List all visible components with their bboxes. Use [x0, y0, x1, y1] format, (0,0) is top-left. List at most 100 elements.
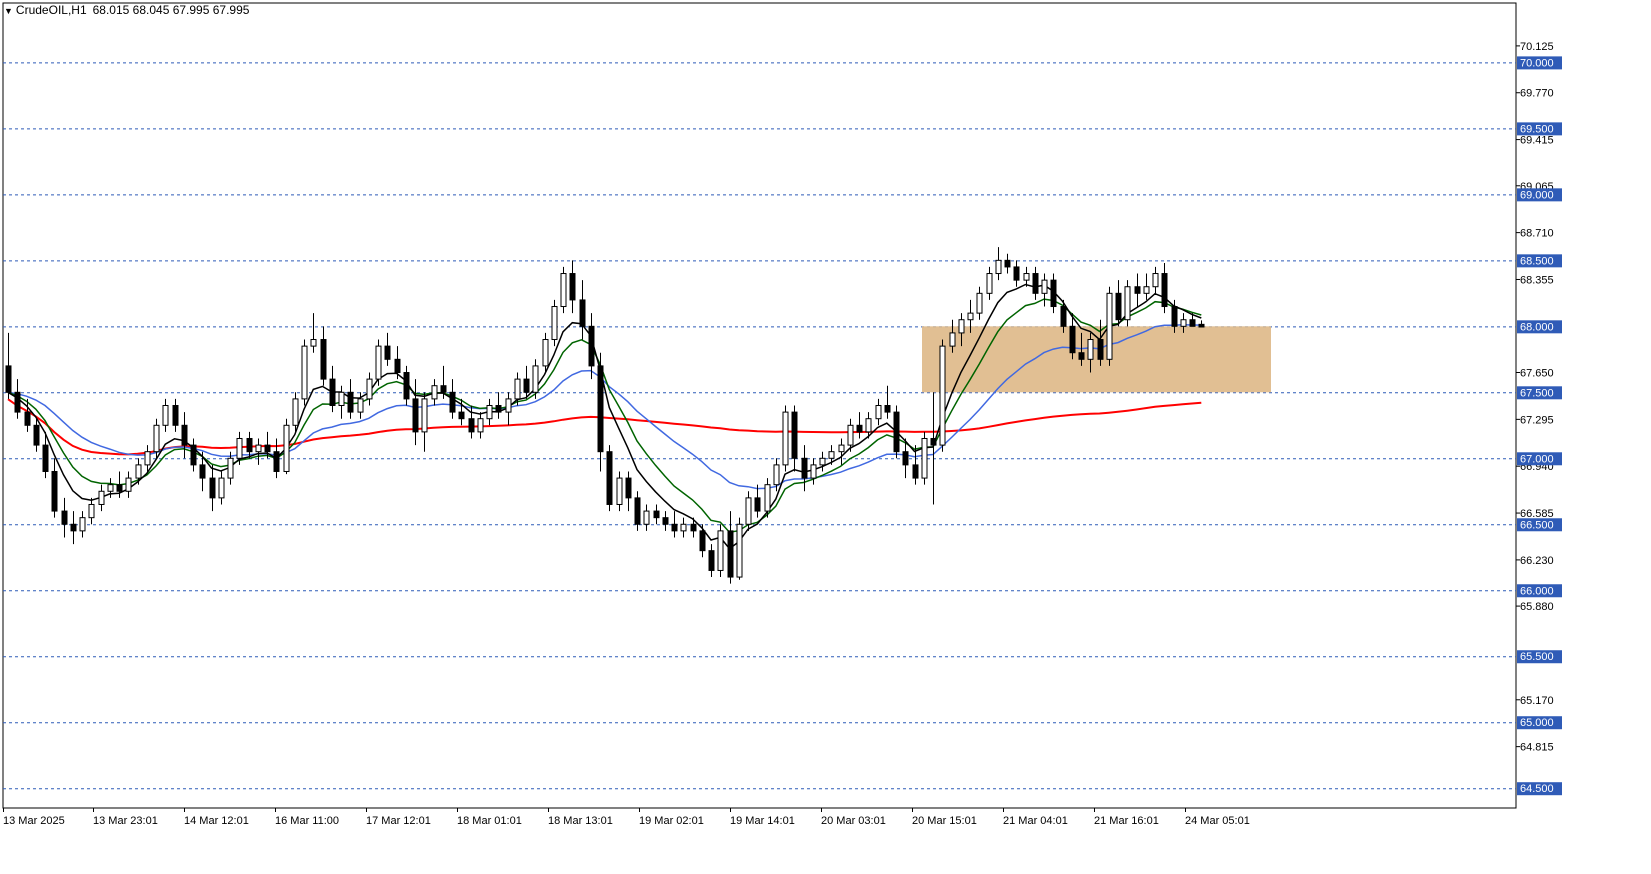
level-label: 68.500 — [1520, 255, 1554, 267]
candle-body-bear — [634, 497, 641, 525]
candle-body-bull — [144, 451, 151, 466]
candle-body-bear — [440, 385, 447, 393]
price-chart[interactable]: 70.12569.77069.41569.06568.71068.35567.6… — [0, 0, 1651, 874]
chart-window: 70.125 69.770 69.415 69.065 68.710 68.355 67.6… — [0, 0, 1651, 874]
y-tick-label: 67.650 — [1520, 368, 1554, 380]
candle-body-bull — [514, 378, 521, 400]
candle-body-bull — [505, 398, 512, 413]
candle-body-bear — [606, 451, 613, 505]
candle-body-bear — [1198, 323, 1205, 328]
candle-body-bear — [1134, 286, 1141, 294]
x-tick-label: 19 Mar 02:01 — [639, 815, 704, 827]
candle-body-bull — [357, 398, 364, 413]
candle-body-bear — [902, 451, 909, 466]
plot-border — [2, 2, 1517, 809]
ohlc-readout: 68.015 68.045 67.995 67.995 — [92, 3, 250, 17]
y-tick-label: 67.295 — [1520, 414, 1554, 426]
candle-body-bear — [1050, 279, 1057, 308]
candle-body-bear — [329, 378, 336, 407]
candle-body-bull — [107, 484, 114, 492]
candle-body-bear — [662, 517, 669, 525]
candle-body-bear — [403, 372, 410, 400]
level-label: 69.000 — [1520, 189, 1554, 201]
candle — [606, 445, 613, 512]
candle-body-bear — [727, 530, 734, 578]
y-tick-label: 64.815 — [1520, 742, 1554, 754]
x-tick-label: 18 Mar 13:01 — [548, 815, 613, 827]
candle-body-bull — [995, 259, 1002, 275]
candle — [283, 418, 290, 475]
candle-body-bull — [764, 484, 771, 512]
x-tick-label: 19 Mar 14:01 — [730, 815, 795, 827]
candle-body-bear — [1189, 319, 1196, 327]
candle-body-bull — [773, 464, 780, 486]
x-tick-label: 20 Mar 03:01 — [821, 815, 886, 827]
candle-body-bear — [579, 299, 586, 327]
candle — [375, 339, 382, 386]
y-tick-label: 69.415 — [1520, 135, 1554, 147]
x-tick-label: 16 Mar 11:00 — [275, 815, 339, 827]
candle-body-bear — [569, 273, 576, 301]
candle-body-bear — [384, 345, 391, 360]
candle-body-bull — [736, 523, 743, 578]
candle — [560, 266, 567, 314]
candle-body-bear — [699, 530, 706, 552]
candle — [717, 524, 724, 578]
candle-body-bear — [930, 437, 937, 446]
y-tick-label: 68.710 — [1520, 228, 1554, 240]
candle-body-bear — [1032, 273, 1039, 294]
candle-body-bull — [477, 418, 484, 433]
candle-body-bull — [847, 424, 854, 446]
candle-body-bull — [542, 339, 549, 367]
level-label: 68.000 — [1520, 321, 1554, 333]
candle-body-bull — [486, 405, 493, 420]
candle-body-bull — [1041, 279, 1048, 294]
level-label: 70.000 — [1520, 57, 1554, 69]
candle-body-bull — [218, 477, 225, 499]
candle — [921, 431, 928, 485]
y-tick-label: 66.585 — [1520, 508, 1554, 520]
symbol-header: ▼ CrudeOIL,H1 68.015 68.045 67.995 67.995 — [4, 3, 249, 17]
candle-body-bull — [301, 345, 308, 400]
candle — [736, 517, 743, 580]
candle-body-bull — [153, 424, 160, 453]
candle-body-bull — [135, 464, 142, 479]
candle-body-bull — [745, 497, 752, 525]
candle-body-bear — [801, 457, 808, 479]
candle-body-bear — [523, 378, 530, 393]
candle — [1106, 286, 1113, 366]
candle — [1124, 280, 1131, 327]
dropdown-triangle-icon[interactable]: ▼ — [4, 6, 13, 16]
candle-body-bear — [5, 365, 12, 393]
candle-body-bear — [172, 405, 179, 426]
candle-body-bull — [421, 398, 428, 433]
candle-body-bull — [292, 398, 299, 426]
candle-body-bull — [310, 339, 317, 347]
candle-body-bull — [1087, 339, 1094, 360]
y-tick-label: 65.170 — [1520, 695, 1554, 707]
candle-body-bear — [51, 470, 58, 512]
candle-body-bull — [986, 273, 993, 294]
y-tick-label: 69.770 — [1520, 88, 1554, 100]
y-tick-label: 68.355 — [1520, 274, 1554, 286]
candle-body-bull — [162, 405, 169, 426]
candle-body-bear — [671, 523, 678, 532]
y-tick-label: 66.230 — [1520, 555, 1554, 567]
candle-body-bull — [782, 411, 789, 466]
candle-body-bear — [449, 391, 456, 413]
candle-body-bull — [98, 490, 105, 505]
candle-body-bull — [375, 345, 382, 380]
candle-body-bull — [532, 365, 539, 393]
candle-body-bear — [1171, 306, 1178, 327]
candle-body-bear — [209, 477, 216, 499]
candle-body-bull — [865, 418, 872, 433]
candle-body-bear — [14, 391, 21, 413]
candle-body-bull — [79, 517, 86, 532]
candle-body-bear — [468, 418, 475, 433]
candle-body-bull — [828, 451, 835, 459]
candle-body-bull — [551, 306, 558, 341]
candle — [301, 339, 308, 406]
candle-body-bear — [791, 411, 798, 459]
candle-body-bear — [690, 523, 697, 532]
candle-body-bear — [1161, 273, 1168, 308]
